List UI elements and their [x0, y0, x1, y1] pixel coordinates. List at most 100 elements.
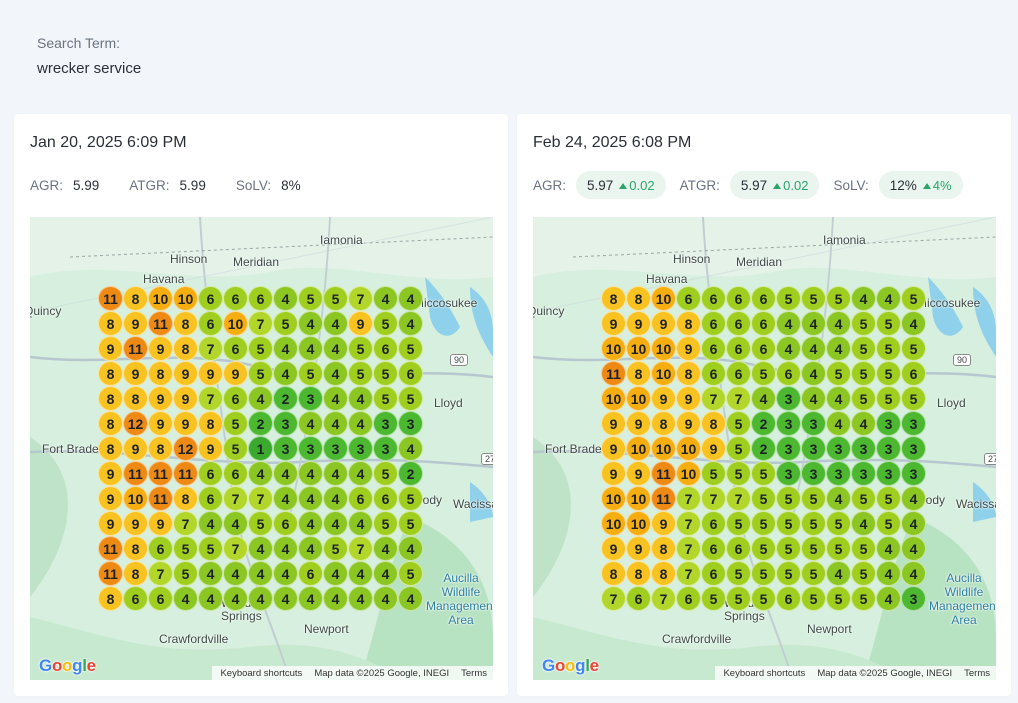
rank-pin[interactable]: 4 [901, 486, 926, 511]
rank-pin[interactable]: 9 [701, 436, 726, 461]
rank-pin[interactable]: 5 [398, 386, 423, 411]
rank-pin[interactable]: 9 [98, 461, 123, 486]
rank-pin[interactable]: 4 [323, 486, 348, 511]
rank-pin[interactable]: 7 [701, 486, 726, 511]
rank-pin[interactable]: 4 [801, 311, 826, 336]
rank-pin[interactable]: 12 [173, 436, 198, 461]
rank-pin[interactable]: 5 [826, 361, 851, 386]
rank-pin[interactable]: 11 [651, 486, 676, 511]
rank-pin[interactable]: 5 [373, 511, 398, 536]
rank-pin[interactable]: 4 [901, 561, 926, 586]
rank-pin[interactable]: 6 [726, 311, 751, 336]
rank-pin[interactable]: 2 [248, 411, 273, 436]
rank-pin[interactable]: 4 [323, 311, 348, 336]
rank-pin[interactable]: 11 [123, 336, 148, 361]
rank-pin[interactable]: 5 [751, 511, 776, 536]
rank-pin[interactable]: 4 [348, 561, 373, 586]
rank-pin[interactable]: 8 [651, 411, 676, 436]
rank-pin[interactable]: 4 [901, 536, 926, 561]
rank-pin[interactable]: 10 [651, 436, 676, 461]
rank-pin[interactable]: 4 [323, 386, 348, 411]
rank-pin[interactable]: 9 [98, 486, 123, 511]
rank-pin[interactable]: 6 [223, 461, 248, 486]
rank-pin[interactable]: 5 [373, 361, 398, 386]
rank-pin[interactable]: 3 [298, 386, 323, 411]
rank-pin[interactable]: 10 [626, 336, 651, 361]
rank-pin[interactable]: 3 [273, 411, 298, 436]
rank-pin[interactable]: 4 [876, 586, 901, 611]
rank-pin[interactable]: 8 [701, 411, 726, 436]
rank-pin[interactable]: 7 [223, 486, 248, 511]
rank-pin[interactable]: 9 [98, 336, 123, 361]
rank-pin[interactable]: 7 [198, 386, 223, 411]
rank-pin[interactable]: 6 [776, 586, 801, 611]
rank-pin[interactable]: 5 [851, 486, 876, 511]
rank-pin[interactable]: 6 [901, 361, 926, 386]
rank-pin[interactable]: 6 [198, 461, 223, 486]
rank-pin[interactable]: 3 [901, 461, 926, 486]
rank-pin[interactable]: 8 [626, 361, 651, 386]
rank-pin[interactable]: 5 [701, 586, 726, 611]
rank-pin[interactable]: 5 [751, 461, 776, 486]
rank-pin[interactable]: 7 [676, 486, 701, 511]
rank-pin[interactable]: 4 [373, 286, 398, 311]
rank-pin[interactable]: 4 [801, 361, 826, 386]
rank-pin[interactable]: 11 [148, 486, 173, 511]
rank-pin[interactable]: 9 [651, 311, 676, 336]
rank-pin[interactable]: 7 [676, 511, 701, 536]
rank-pin[interactable]: 4 [223, 586, 248, 611]
rank-pin[interactable]: 11 [148, 311, 173, 336]
rank-pin[interactable]: 4 [273, 486, 298, 511]
rank-pin[interactable]: 5 [726, 586, 751, 611]
rank-pin[interactable]: 10 [651, 361, 676, 386]
rank-pin[interactable]: 8 [98, 586, 123, 611]
rank-pin[interactable]: 9 [198, 361, 223, 386]
rank-pin[interactable]: 5 [248, 361, 273, 386]
rank-pin[interactable]: 3 [826, 436, 851, 461]
rank-pin[interactable]: 6 [373, 486, 398, 511]
rank-pin[interactable]: 2 [751, 436, 776, 461]
rank-pin[interactable]: 9 [626, 536, 651, 561]
rank-pin[interactable]: 9 [651, 511, 676, 536]
rank-pin[interactable]: 5 [751, 586, 776, 611]
rank-pin[interactable]: 5 [851, 586, 876, 611]
rank-pin[interactable]: 5 [901, 386, 926, 411]
rank-pin[interactable]: 8 [148, 361, 173, 386]
rank-pin[interactable]: 9 [123, 436, 148, 461]
rank-pin[interactable]: 4 [273, 361, 298, 386]
rank-pin[interactable]: 4 [398, 311, 423, 336]
rank-pin[interactable]: 3 [298, 436, 323, 461]
rank-pin[interactable]: 4 [398, 536, 423, 561]
rank-pin[interactable]: 7 [676, 536, 701, 561]
rank-pin[interactable]: 10 [223, 311, 248, 336]
rank-pin[interactable]: 10 [651, 286, 676, 311]
rank-pin[interactable]: 4 [851, 411, 876, 436]
rank-pin[interactable]: 4 [348, 411, 373, 436]
rank-pin[interactable]: 10 [626, 436, 651, 461]
rank-pin[interactable]: 2 [751, 411, 776, 436]
rank-pin[interactable]: 6 [223, 386, 248, 411]
rank-pin[interactable]: 8 [198, 411, 223, 436]
rank-pin[interactable]: 11 [601, 361, 626, 386]
rank-pin[interactable]: 7 [676, 561, 701, 586]
rank-pin[interactable]: 3 [801, 436, 826, 461]
rank-pin[interactable]: 3 [876, 411, 901, 436]
rank-pin[interactable]: 10 [601, 336, 626, 361]
rank-pin[interactable]: 5 [726, 411, 751, 436]
rank-pin[interactable]: 4 [876, 561, 901, 586]
rank-pin[interactable]: 4 [801, 336, 826, 361]
rank-pin[interactable]: 5 [248, 511, 273, 536]
rank-pin[interactable]: 8 [98, 436, 123, 461]
rank-pin[interactable]: 6 [726, 361, 751, 386]
rank-pin[interactable]: 5 [298, 361, 323, 386]
rank-pin[interactable]: 9 [651, 386, 676, 411]
rank-pin[interactable]: 7 [148, 561, 173, 586]
rank-pin[interactable]: 6 [751, 311, 776, 336]
rank-pin[interactable]: 6 [701, 311, 726, 336]
rank-pin[interactable]: 8 [601, 561, 626, 586]
rank-pin[interactable]: 4 [826, 336, 851, 361]
rank-pin[interactable]: 8 [123, 561, 148, 586]
rank-pin[interactable]: 5 [801, 536, 826, 561]
rank-pin[interactable]: 4 [801, 386, 826, 411]
rank-pin[interactable]: 10 [626, 386, 651, 411]
